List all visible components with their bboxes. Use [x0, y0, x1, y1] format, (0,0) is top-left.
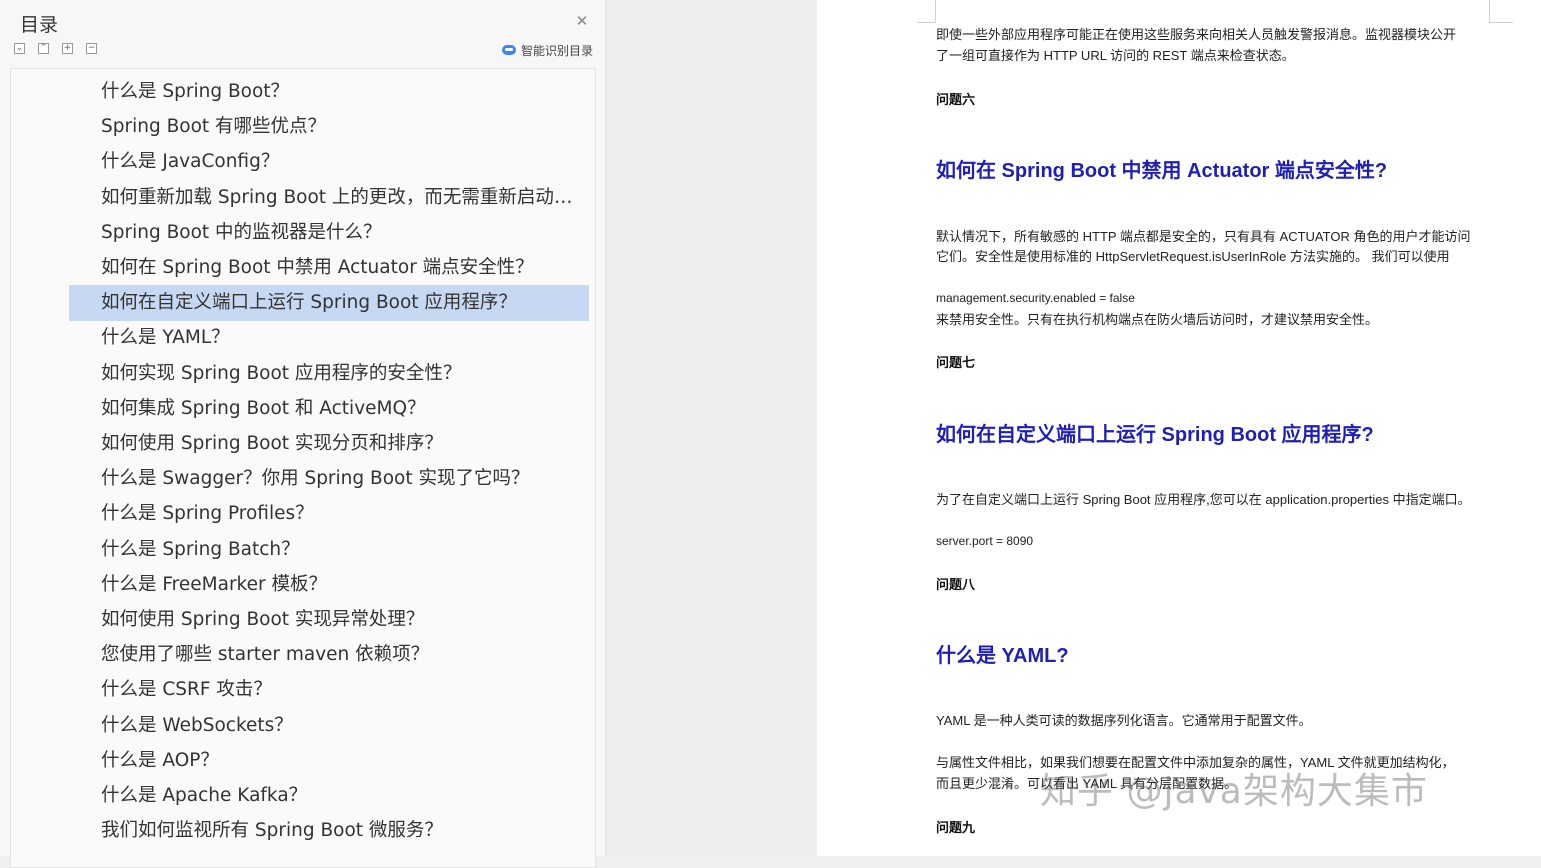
close-icon[interactable]: ✕	[574, 13, 590, 29]
page-corner-mark	[917, 22, 936, 23]
toc-item[interactable]: 如何使用 Spring Boot 实现异常处理？	[69, 602, 589, 638]
question-label: 问题九	[936, 820, 976, 835]
toc-item[interactable]: 您使用了哪些 starter maven 依赖项？	[69, 637, 589, 673]
paragraph: 来禁用安全性。只有在执行机构端点在防火墙后访问时，才建议禁用安全性。	[936, 312, 1379, 327]
section-heading: 什么是 YAML?	[936, 645, 1069, 667]
toc-item[interactable]: 什么是 AOP？	[69, 743, 589, 779]
section-heading: 如何在自定义端口上运行 Spring Boot 应用程序?	[936, 424, 1374, 446]
smart-toc-button[interactable]: 智能识别目录	[502, 42, 593, 58]
watermark: 知乎 @java架构大集市	[1040, 771, 1428, 812]
toc-item[interactable]: 什么是 FreeMarker 模板？	[69, 567, 589, 603]
toc-title: 目录	[20, 14, 59, 36]
toc-item[interactable]: 什么是 CSRF 攻击？	[69, 672, 589, 708]
paragraph: 为了在自定义端口上运行 Spring Boot 应用程序,您可以在 applic…	[936, 492, 1471, 507]
toc-item[interactable]: 如何在 Spring Boot 中禁用 Actuator 端点安全性？	[69, 250, 589, 286]
toc-item[interactable]: 我们如何监视所有 Spring Boot 微服务？	[69, 813, 589, 849]
toc-item[interactable]: 如何集成 Spring Boot 和 ActiveMQ？	[69, 391, 589, 427]
toc-item[interactable]: 什么是 Spring Profiles？	[69, 496, 589, 532]
toc-item[interactable]: 如何在自定义端口上运行 Spring Boot 应用程序？	[69, 285, 589, 322]
question-label: 问题八	[936, 577, 976, 592]
add-icon[interactable]: +	[62, 43, 73, 54]
page-corner-mark	[935, 0, 936, 22]
paragraph: 默认情况下，所有敏感的 HTTP 端点都是安全的，只有具有 ACTUATOR 角…	[936, 229, 1471, 244]
toc-item[interactable]: 如何重新加载 Spring Boot 上的更改，而无需重新启动服务器？	[69, 180, 589, 216]
toc-list: 什么是 Spring Boot？ Spring Boot 有哪些优点？ 什么是 Ja…	[10, 68, 596, 868]
toc-item[interactable]: 什么是 Spring Boot？	[69, 74, 589, 110]
toc-item[interactable]: 什么是 YAML？	[69, 320, 589, 356]
code-line: server.port = 8090	[936, 534, 1034, 548]
paragraph: 它们。安全性是使用标准的 HttpServletRequest.isUserIn…	[936, 249, 1450, 264]
question-label: 问题六	[936, 92, 976, 107]
code-line: management.security.enabled = false	[936, 291, 1135, 305]
toc-item[interactable]: Spring Boot 有哪些优点？	[69, 109, 589, 145]
toc-item[interactable]: 什么是 Spring Batch？	[69, 532, 589, 568]
remove-icon[interactable]: −	[86, 43, 97, 54]
expand-down-icon[interactable]: ⌄	[14, 43, 25, 54]
cloud-icon	[502, 45, 516, 55]
page-corner-mark	[1489, 0, 1490, 22]
toc-item[interactable]: 如何使用 Spring Boot 实现分页和排序？	[69, 426, 589, 462]
toc-item[interactable]: 什么是 Swagger？你用 Spring Boot 实现了它吗？	[69, 461, 589, 497]
paragraph: 即使一些外部应用程序可能正在使用这些服务来向相关人员触发警报消息。监视器模块公开	[936, 27, 1457, 42]
paragraph: 了一组可直接作为 HTTP URL 访问的 REST 端点来检查状态。	[936, 48, 1295, 63]
toc-item[interactable]: 什么是 Apache Kafka？	[69, 778, 589, 814]
paragraph: YAML 是一种人类可读的数据序列化语言。它通常用于配置文件。	[936, 713, 1312, 728]
section-heading: 如何在 Spring Boot 中禁用 Actuator 端点安全性?	[936, 160, 1388, 182]
question-label: 问题七	[936, 355, 976, 370]
toc-item[interactable]: 如何实现 Spring Boot 应用程序的安全性？	[69, 356, 589, 392]
toc-pane: 目录 ✕ ⌄ ⌃ + − 智能识别目录 什么是 Spring Boot？ Spri…	[0, 0, 606, 868]
page-corner-mark	[1489, 22, 1513, 23]
toc-item[interactable]: 什么是 WebSockets？	[69, 708, 589, 744]
workspace-background	[606, 0, 817, 856]
smart-toc-label: 智能识别目录	[521, 43, 594, 58]
toc-item[interactable]: 什么是 JavaConfig？	[69, 144, 589, 180]
toc-item[interactable]: Spring Boot 中的监视器是什么？	[69, 215, 589, 251]
collapse-up-icon[interactable]: ⌃	[38, 43, 49, 54]
document-page: 即使一些外部应用程序可能正在使用这些服务来向相关人员触发警报消息。监视器模块公开…	[817, 0, 1541, 856]
